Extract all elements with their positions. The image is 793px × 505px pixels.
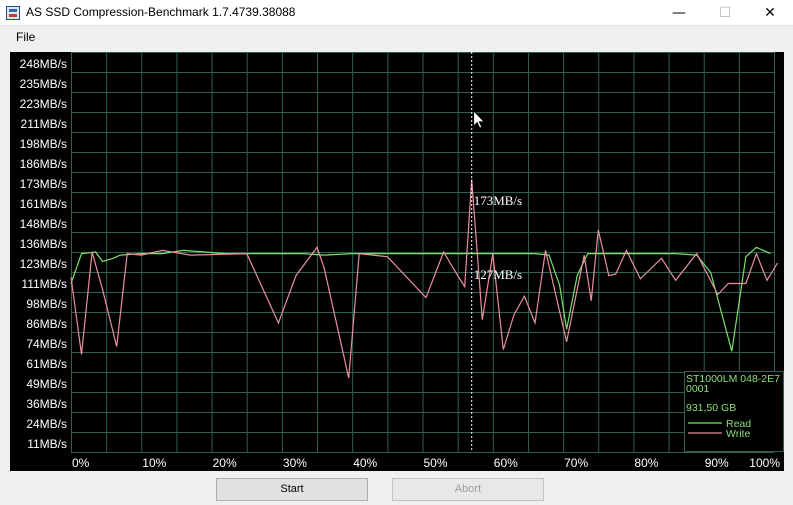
x-tick-label: 20% xyxy=(213,456,237,470)
y-tick-label: 11MB/s xyxy=(27,437,67,451)
y-tick-label: 223MB/s xyxy=(20,97,67,111)
series-line-read xyxy=(70,246,771,352)
x-tick-label: 0% xyxy=(72,456,90,470)
x-tick-label: 50% xyxy=(424,456,448,470)
y-tick-label: 198MB/s xyxy=(20,137,67,151)
x-tick-label: 60% xyxy=(494,456,518,470)
benchmark-chart: 248MB/s 235MB/s 223MB/s 211MB/s 198MB/s 186MB… xyxy=(10,52,784,471)
window-title: AS SSD Compression-Benchmark 1.7.4739.38… xyxy=(26,5,296,19)
y-tick-label: 173MB/s xyxy=(20,177,67,191)
legend-write-label: Write xyxy=(726,428,750,440)
close-button[interactable]: ✕ xyxy=(747,0,793,26)
y-tick-label: 211MB/s xyxy=(21,117,67,131)
abort-button[interactable]: Abort xyxy=(392,478,544,501)
menu-bar: File xyxy=(0,27,793,48)
y-tick-label: 123MB/s xyxy=(20,257,67,271)
y-tick-label: 86MB/s xyxy=(26,317,67,331)
chart-svg: 248MB/s 235MB/s 223MB/s 211MB/s 198MB/s 186MB… xyxy=(20,52,784,470)
mouse-cursor-icon xyxy=(473,110,486,129)
y-tick-label: 36MB/s xyxy=(26,397,67,411)
legend-firmware: 0001 xyxy=(686,383,710,395)
y-tick-label: 148MB/s xyxy=(20,217,67,231)
x-tick-label: 10% xyxy=(142,456,166,470)
y-tick-label: 111MB/s xyxy=(21,277,67,291)
y-tick-label: 98MB/s xyxy=(26,297,67,311)
x-tick-label: 100% xyxy=(749,456,780,470)
y-tick-label: 248MB/s xyxy=(20,57,67,71)
y-tick-label: 136MB/s xyxy=(20,237,67,251)
x-tick-label: 30% xyxy=(283,456,307,470)
y-tick-label: 61MB/s xyxy=(26,357,67,371)
x-tick-label: 80% xyxy=(634,456,658,470)
minimize-button[interactable]: — xyxy=(656,0,702,26)
y-tick-label: 186MB/s xyxy=(20,157,67,171)
cursor-write-label: 173MB/s xyxy=(474,193,522,208)
y-tick-label: 74MB/s xyxy=(26,337,67,351)
maximize-button[interactable]: ☐ xyxy=(702,0,748,26)
x-tick-label: 40% xyxy=(353,456,377,470)
y-tick-label: 161MB/s xyxy=(20,197,67,211)
y-tick-label: 49MB/s xyxy=(26,377,67,391)
start-button[interactable]: Start xyxy=(216,478,368,501)
x-tick-label: 90% xyxy=(705,456,729,470)
app-icon xyxy=(6,6,20,20)
legend-capacity: 931,50 GB xyxy=(686,402,736,414)
y-tick-label: 235MB/s xyxy=(20,77,67,91)
menu-file[interactable]: File xyxy=(16,30,35,44)
x-tick-label: 70% xyxy=(564,456,588,470)
y-tick-label: 24MB/s xyxy=(26,417,67,431)
title-bar: AS SSD Compression-Benchmark 1.7.4739.38… xyxy=(0,0,793,26)
cursor-read-label: 127MB/s xyxy=(474,267,522,282)
